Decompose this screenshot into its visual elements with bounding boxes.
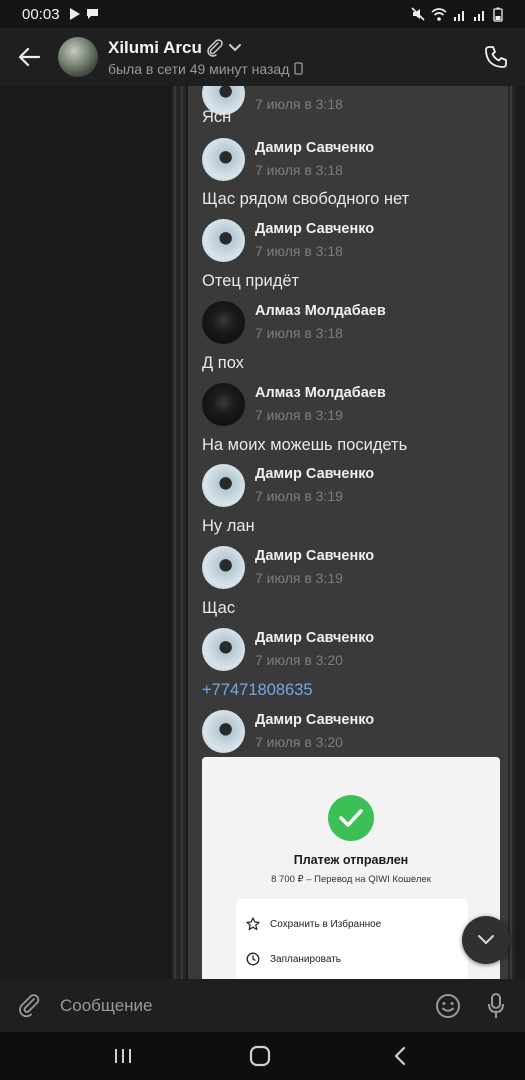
- avatar[interactable]: [202, 628, 245, 671]
- message-date: 7 июля в 3:19: [255, 488, 343, 504]
- message-text: Отец придёт: [202, 272, 300, 290]
- microphone-icon: [488, 993, 504, 1018]
- call-button[interactable]: [467, 28, 525, 86]
- avatar[interactable]: [202, 546, 245, 589]
- back-button[interactable]: [0, 28, 58, 86]
- payment-subtitle: 8 700 ₽ – Перевод на QIWI Кошелек: [271, 874, 431, 885]
- mobile-phone-icon: [294, 62, 304, 75]
- recent-apps-icon: [115, 1049, 131, 1063]
- author-row: Дамир Савченко 7 июля в 3:19: [202, 546, 502, 590]
- author-row: 7 июля в 3:18: [202, 86, 502, 116]
- emoji-button[interactable]: [433, 991, 463, 1021]
- message-date: 7 июля в 3:18: [255, 96, 343, 112]
- chat-area[interactable]: 7 июля в 3:18 Ясн Дамир Савченко 7 июля …: [0, 86, 525, 979]
- arrow-left-icon: [18, 47, 40, 67]
- attached-image-payment[interactable]: Платеж отправлен 8 700 ₽ – Перевод на QI…: [202, 757, 500, 979]
- battery-icon: [493, 7, 503, 22]
- message-date: 7 июля в 3:19: [255, 407, 343, 423]
- message-text: На моих можешь посидеть: [202, 436, 408, 454]
- status-bar: 00:03: [0, 0, 525, 28]
- message-date: 7 июля в 3:19: [255, 570, 343, 586]
- system-nav-bar: [0, 1032, 525, 1080]
- message-text: Ясн: [202, 108, 232, 126]
- payment-actions: Сохранить в Избранное Запланировать: [236, 899, 468, 979]
- avatar[interactable]: [202, 138, 245, 181]
- message-text: Щас рядом свободного нет: [202, 190, 410, 208]
- smiley-icon: [436, 994, 460, 1018]
- author-name[interactable]: Дамир Савченко: [255, 466, 374, 482]
- author-name[interactable]: Дамир Савченко: [255, 140, 374, 156]
- home-icon: [249, 1045, 271, 1067]
- author-name[interactable]: Дамир Савченко: [255, 221, 374, 237]
- scroll-down-button[interactable]: [462, 916, 510, 964]
- play-icon: [69, 8, 80, 20]
- chevron-down-icon: [478, 935, 494, 944]
- phone-icon: [485, 46, 507, 68]
- message-date: 7 июля в 3:20: [255, 652, 343, 668]
- signal-icon-2: [474, 10, 484, 21]
- message-date: 7 июля в 3:18: [255, 162, 343, 178]
- author-row: Алмаз Молдабаев 7 июля в 3:19: [202, 383, 502, 427]
- system-back-button[interactable]: [370, 1032, 430, 1080]
- avatar[interactable]: [202, 464, 245, 507]
- microphone-button[interactable]: [482, 989, 510, 1023]
- message-date: 7 июля в 3:18: [255, 325, 343, 341]
- chat-title: Xilumi Arcu: [108, 37, 202, 57]
- author-name[interactable]: Дамир Савченко: [255, 630, 374, 646]
- payment-title: Платеж отправлен: [293, 853, 409, 867]
- forward-thread-lines: [172, 86, 186, 979]
- status-time: 00:03: [22, 5, 60, 23]
- chat-title-area[interactable]: Xilumi Arcu была в сети 49 минут назад: [108, 37, 304, 77]
- schedule-item: Запланировать: [246, 944, 341, 974]
- chat-header: Xilumi Arcu была в сети 49 минут назад: [0, 28, 525, 86]
- chevron-left-icon: [394, 1046, 406, 1066]
- avatar[interactable]: [202, 301, 245, 344]
- paperclip-icon: [207, 38, 223, 57]
- author-row: Алмаз Молдабаев 7 июля в 3:18: [202, 301, 502, 345]
- attach-button[interactable]: [0, 979, 60, 1032]
- chat-avatar[interactable]: [58, 37, 98, 77]
- author-row: Дамир Савченко 7 июля в 3:18: [202, 138, 502, 182]
- avatar[interactable]: [202, 219, 245, 262]
- avatar[interactable]: [202, 710, 245, 753]
- author-name[interactable]: Дамир Савченко: [255, 712, 374, 728]
- message-text: Д пох: [202, 354, 244, 372]
- recent-apps-button[interactable]: [93, 1032, 153, 1080]
- message-text: Ну лан: [202, 517, 255, 535]
- clock-icon: [246, 952, 260, 966]
- message-date: 7 июля в 3:20: [255, 734, 343, 750]
- signal-icon: [454, 10, 464, 21]
- phone-link[interactable]: +77471808635: [202, 681, 313, 700]
- author-name[interactable]: Алмаз Молдабаев: [255, 385, 386, 401]
- paperclip-icon: [19, 993, 40, 1017]
- compose-bar: Сообщение: [0, 979, 525, 1032]
- author-row: Дамир Савченко 7 июля в 3:18: [202, 219, 502, 263]
- save-favorite-item: Сохранить в Избранное: [246, 909, 381, 939]
- message-input[interactable]: Сообщение: [60, 996, 153, 1016]
- message-text: Щас: [202, 599, 236, 617]
- wifi-icon: [431, 7, 447, 21]
- avatar[interactable]: [202, 383, 245, 426]
- author-name[interactable]: Дамир Савченко: [255, 548, 374, 564]
- author-name[interactable]: Алмаз Молдабаев: [255, 303, 386, 319]
- chat-bubble-icon: [86, 9, 98, 19]
- author-row: Дамир Савченко 7 июля в 3:19: [202, 464, 502, 508]
- chevron-down-icon: [228, 43, 241, 51]
- mute-icon: [411, 7, 425, 21]
- check-icon: [328, 795, 374, 841]
- forward-thread-line-right: [507, 86, 515, 979]
- author-row: Дамир Савченко 7 июля в 3:20: [202, 710, 502, 754]
- message-date: 7 июля в 3:18: [255, 243, 343, 259]
- author-row: Дамир Савченко 7 июля в 3:20: [202, 628, 502, 672]
- star-icon: [246, 917, 260, 931]
- chat-last-seen: была в сети 49 минут назад: [108, 60, 290, 77]
- home-button[interactable]: [230, 1032, 290, 1080]
